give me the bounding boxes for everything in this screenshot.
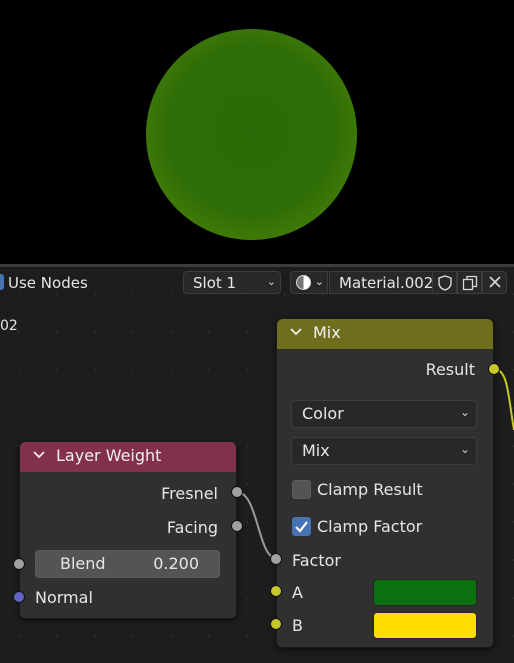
layer-weight-node[interactable]: Layer Weight Fresnel Facing Blend 0.200 … — [19, 441, 237, 619]
result-output-socket[interactable] — [488, 363, 500, 375]
b-color-swatch[interactable] — [373, 612, 477, 639]
chevron-down-icon[interactable] — [32, 448, 46, 462]
a-color-swatch[interactable] — [373, 579, 477, 606]
node-tree-label: 02 — [0, 318, 18, 334]
data-type-dropdown[interactable]: Color ⌄ — [291, 400, 477, 428]
mix-node-header[interactable]: Mix — [277, 319, 493, 349]
normal-input-label: Normal — [35, 588, 93, 607]
material-name-value: Material.002 — [339, 274, 434, 292]
layer-weight-node-title: Layer Weight — [56, 446, 162, 465]
chevron-down-icon[interactable] — [289, 325, 303, 339]
layer-weight-node-header[interactable]: Layer Weight — [20, 442, 236, 472]
close-icon — [488, 276, 501, 288]
b-input-socket[interactable] — [270, 618, 282, 630]
chevron-down-icon: ⌄ — [459, 405, 470, 419]
use-nodes-checkbox[interactable] — [0, 274, 4, 290]
material-name-field[interactable]: Material.002 — [329, 271, 433, 294]
slot-select-value: Slot 1 — [193, 274, 237, 292]
fake-user-button[interactable] — [432, 271, 457, 294]
clamp-result-label: Clamp Result — [317, 480, 423, 499]
clamp-factor-checkbox[interactable] — [292, 517, 311, 536]
material-browse-button[interactable]: ⌄ — [290, 271, 328, 294]
blend-input-socket[interactable] — [13, 558, 25, 570]
preview-sphere — [146, 29, 357, 240]
material-sphere-icon — [296, 275, 311, 290]
blend-mode-value: Mix — [302, 441, 330, 460]
mix-node[interactable]: Mix Result Color ⌄ Mix ⌄ Clamp Result Cl… — [276, 318, 494, 648]
data-type-value: Color — [302, 404, 344, 423]
chevron-down-icon: ⌄ — [314, 275, 324, 288]
fresnel-output-label: Fresnel — [161, 484, 218, 503]
blend-label: Blend — [60, 554, 106, 573]
chevron-down-icon: ⌄ — [266, 275, 276, 288]
b-input-label: B — [292, 616, 303, 635]
blend-slider[interactable]: Blend 0.200 — [35, 550, 220, 578]
factor-input-socket[interactable] — [270, 553, 282, 565]
duplicate-material-button[interactable] — [457, 271, 482, 294]
checkmark-icon — [295, 521, 308, 533]
a-input-socket[interactable] — [270, 585, 282, 597]
fresnel-output-socket[interactable] — [231, 486, 243, 498]
mix-node-title: Mix — [313, 323, 341, 342]
blend-mode-dropdown[interactable]: Mix ⌄ — [291, 437, 477, 465]
factor-input-label: Factor — [292, 551, 341, 570]
use-nodes-label: Use Nodes — [8, 274, 88, 292]
facing-output-label: Facing — [166, 518, 218, 537]
shield-icon — [437, 275, 452, 291]
duplicate-icon — [462, 275, 477, 291]
facing-output-socket[interactable] — [231, 520, 243, 532]
clamp-result-checkbox[interactable] — [292, 480, 311, 499]
slot-select[interactable]: Slot 1 ⌄ — [183, 271, 281, 294]
clamp-factor-label: Clamp Factor — [317, 517, 423, 536]
blend-value: 0.200 — [153, 554, 199, 573]
normal-input-socket[interactable] — [13, 591, 25, 603]
material-preview — [0, 0, 514, 264]
a-input-label: A — [292, 583, 303, 602]
unlink-material-button[interactable] — [482, 271, 507, 294]
chevron-down-icon: ⌄ — [459, 442, 470, 456]
result-output-label: Result — [425, 360, 475, 379]
